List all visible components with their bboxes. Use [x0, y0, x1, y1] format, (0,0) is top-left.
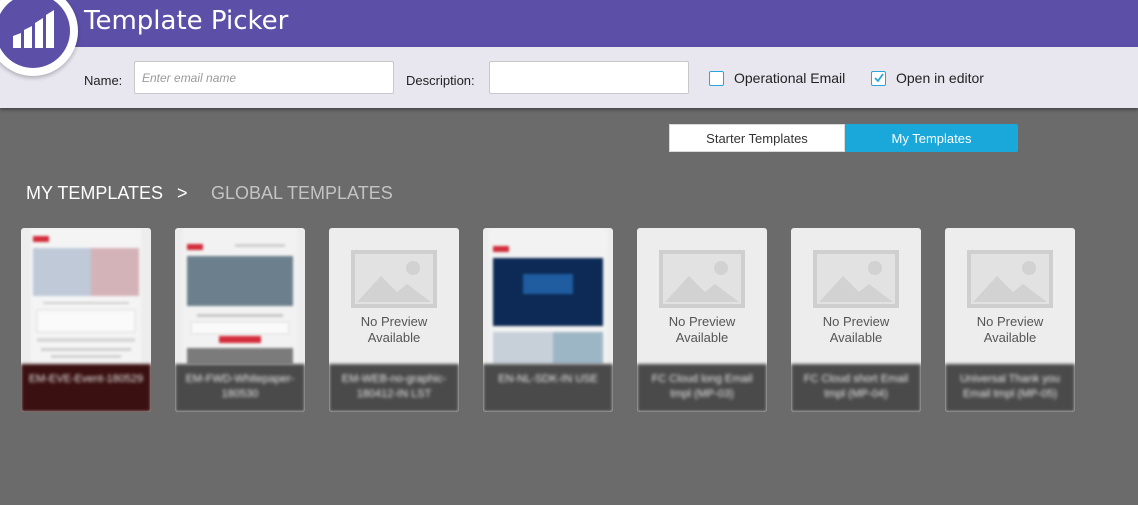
image-placeholder-icon — [813, 250, 899, 308]
operational-email-checkbox[interactable] — [709, 71, 724, 86]
template-card[interactable]: EN-NL-SDK-IN USE — [483, 228, 613, 412]
template-card[interactable]: No Preview Available FC Cloud long Email… — [637, 228, 767, 412]
open-in-editor-checkbox[interactable] — [871, 71, 886, 86]
image-placeholder-icon — [351, 250, 437, 308]
breadcrumb-global-templates[interactable]: GLOBAL TEMPLATES — [211, 183, 393, 204]
name-input[interactable] — [134, 61, 394, 94]
breadcrumb-my-templates[interactable]: MY TEMPLATES — [26, 183, 163, 204]
template-preview-image — [21, 228, 151, 364]
template-caption: EM-EVE-Event-180529 — [21, 364, 151, 412]
breadcrumb-separator: > — [177, 183, 188, 203]
template-caption: EM-WEB-no-graphic-180412-IN LST — [329, 364, 459, 412]
description-label: Description: — [406, 73, 475, 88]
template-caption: EN-NL-SDK-IN USE — [483, 364, 613, 412]
open-in-editor-label: Open in editor — [896, 70, 984, 86]
form-bar: Name: Description: Operational Email Ope… — [0, 47, 1138, 108]
template-card[interactable]: EM-FWD-Whitepaper-180530 — [175, 228, 305, 412]
no-preview-text: No Preview Available — [360, 314, 428, 345]
marketo-logo-icon — [0, 0, 78, 76]
template-card[interactable]: No Preview Available FC Cloud short Emai… — [791, 228, 921, 412]
no-preview-text: No Preview Available — [822, 314, 890, 345]
template-caption: Universal Thank you Email tmpl (MP-05) — [945, 364, 1075, 412]
template-card[interactable]: No Preview Available EM-WEB-no-graphic-1… — [329, 228, 459, 412]
image-placeholder-icon — [967, 250, 1053, 308]
template-preview-image — [175, 228, 305, 364]
checkmark-icon — [874, 73, 884, 83]
tab-starter-templates[interactable]: Starter Templates — [669, 124, 845, 152]
description-input[interactable] — [489, 61, 689, 94]
tab-my-templates[interactable]: My Templates — [845, 124, 1018, 152]
template-card[interactable]: No Preview Available Universal Thank you… — [945, 228, 1075, 412]
template-card[interactable]: EM-EVE-Event-180529 — [21, 228, 151, 412]
image-placeholder-icon — [659, 250, 745, 308]
page-title: Template Picker — [84, 6, 289, 36]
template-caption: FC Cloud short Email tmpl (MP-04) — [791, 364, 921, 412]
operational-email-label: Operational Email — [734, 70, 846, 86]
no-preview-text: No Preview Available — [668, 314, 736, 345]
template-preview-image — [483, 228, 613, 364]
no-preview-text: No Preview Available — [976, 314, 1044, 345]
title-bar: Template Picker — [0, 0, 1138, 47]
template-caption: FC Cloud long Email tmpl (MP-03) — [637, 364, 767, 412]
template-caption: EM-FWD-Whitepaper-180530 — [175, 364, 305, 412]
name-label: Name: — [84, 73, 123, 88]
